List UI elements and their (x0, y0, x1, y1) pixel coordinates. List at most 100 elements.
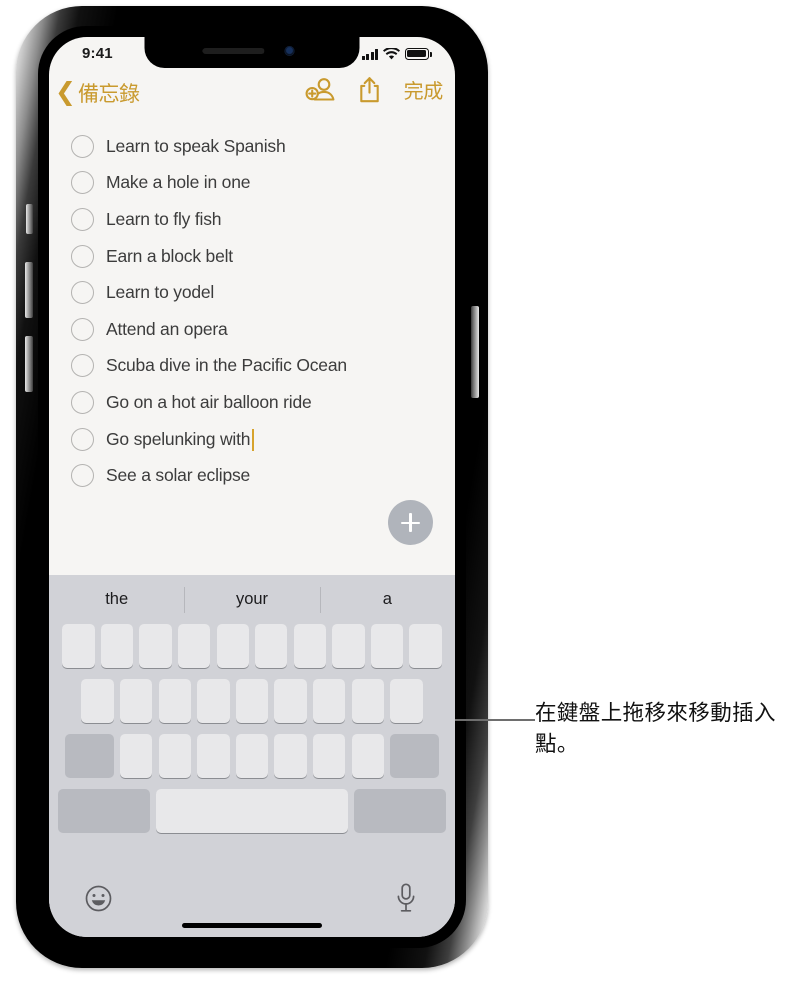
phone-device-frame: 9:41 ❮ 備忘錄 完成 Learn to speak Spanish Mak… (16, 6, 488, 968)
done-button[interactable]: 完成 (404, 75, 444, 104)
keyboard-key[interactable] (293, 624, 327, 668)
battery-full-icon (405, 48, 432, 60)
checklist-item-label: Learn to yodel (106, 282, 215, 303)
checklist: Learn to speak Spanish Make a hole in one… (49, 119, 455, 494)
checkbox-circle-icon[interactable] (71, 244, 94, 268)
checkbox-circle-icon[interactable] (71, 134, 94, 158)
checklist-item-label: Learn to speak Spanish (106, 135, 286, 156)
share-icon[interactable] (358, 76, 381, 104)
keyboard-key[interactable] (216, 624, 249, 668)
keyboard-key[interactable] (177, 624, 211, 668)
checklist-item[interactable]: Learn to yodel (49, 274, 455, 311)
keyboard-key[interactable] (100, 624, 134, 668)
toolbar-actions: 完成 (305, 75, 443, 104)
checkbox-circle-icon[interactable] (71, 281, 94, 305)
checkbox-circle-icon[interactable] (71, 317, 94, 341)
keyboard-key[interactable] (390, 679, 423, 723)
keyboard-key[interactable] (120, 734, 153, 778)
keyboard-key[interactable] (274, 679, 307, 723)
keyboard-key[interactable] (255, 624, 288, 668)
note-toolbar: ❮ 備忘錄 完成 (49, 71, 455, 119)
checklist-item-label: Earn a block belt (106, 245, 233, 266)
keyboard-key[interactable] (156, 789, 348, 833)
keyboard-key[interactable] (235, 679, 269, 723)
add-checklist-item-button[interactable] (388, 500, 433, 545)
checklist-item-label: Learn to fly fish (106, 208, 222, 229)
checkbox-circle-icon[interactable] (71, 171, 94, 195)
checklist-item[interactable]: Go on a hot air balloon ride (49, 384, 455, 421)
keyboard-row-4 (49, 789, 455, 833)
microphone-icon[interactable] (395, 883, 417, 913)
earpiece-speaker-icon (202, 48, 265, 54)
keyboard-key[interactable] (158, 734, 192, 778)
onscreen-keyboard: the your a (49, 575, 455, 937)
keyboard-key[interactable] (312, 679, 346, 723)
suggestion-2[interactable]: your (184, 590, 319, 609)
keyboard-key[interactable] (197, 734, 230, 778)
suggestion-1[interactable]: the (49, 590, 184, 609)
checklist-item-label: Scuba dive in the Pacific Ocean (106, 355, 347, 376)
keyboard-key[interactable] (81, 679, 114, 723)
phone-screen: 9:41 ❮ 備忘錄 完成 Learn to speak Spanish Mak… (49, 37, 455, 937)
checkbox-circle-icon[interactable] (71, 354, 94, 378)
keyboard-row-2 (49, 679, 455, 723)
side-power-button[interactable] (471, 306, 479, 398)
keyboard-row-3 (49, 734, 455, 778)
keyboard-key[interactable] (64, 734, 114, 778)
keyboard-key[interactable] (158, 679, 192, 723)
checklist-item[interactable]: See a solar eclipse (49, 457, 455, 494)
keyboard-key[interactable] (312, 734, 346, 778)
volume-down-button[interactable] (25, 336, 33, 392)
checklist-item-label: See a solar eclipse (106, 465, 251, 486)
wifi-icon (383, 48, 400, 60)
emoji-smiley-icon[interactable] (85, 885, 112, 912)
callout-annotation: 在鍵盤上拖移來移動插入點。 (437, 698, 783, 761)
front-camera-icon (284, 46, 295, 56)
home-indicator[interactable] (182, 923, 322, 928)
keyboard-key[interactable] (370, 624, 404, 668)
checkbox-circle-icon[interactable] (71, 464, 94, 488)
checklist-item[interactable]: Make a hole in one (49, 165, 455, 202)
keyboard-key[interactable] (332, 624, 365, 668)
checklist-item[interactable]: Go spelunking with (49, 421, 455, 458)
checklist-item[interactable]: Earn a block belt (49, 238, 455, 275)
predictive-suggestion-bar: the your a (49, 575, 455, 624)
display-notch (144, 37, 360, 68)
checkbox-circle-icon[interactable] (71, 427, 94, 451)
checklist-item[interactable]: Attend an opera (49, 311, 455, 348)
keyboard-bottom-bar (49, 875, 455, 937)
checklist-item[interactable]: Scuba dive in the Pacific Ocean (49, 348, 455, 385)
back-to-notes-button[interactable]: ❮ 備忘錄 (55, 77, 140, 108)
checklist-item[interactable]: Learn to speak Spanish (49, 128, 455, 165)
add-person-icon[interactable] (305, 76, 335, 104)
keyboard-key[interactable] (354, 789, 447, 833)
keyboard-key[interactable] (120, 679, 153, 723)
checkbox-circle-icon[interactable] (71, 207, 94, 231)
status-bar-indicators (361, 47, 432, 60)
checklist-item-label: Go on a hot air balloon ride (106, 391, 312, 412)
keyboard-key[interactable] (351, 679, 384, 723)
chevron-left-icon: ❮ (55, 77, 76, 106)
checklist-item-label: Go spelunking with (106, 428, 255, 451)
callout-text: 在鍵盤上拖移來移動插入點。 (535, 701, 776, 757)
checklist-item-label: Make a hole in one (106, 172, 251, 193)
keyboard-key[interactable] (57, 789, 150, 833)
keyboard-key[interactable] (197, 679, 230, 723)
back-button-label: 備忘錄 (77, 83, 140, 106)
keyboard-key[interactable] (235, 734, 269, 778)
keyboard-key[interactable] (390, 734, 440, 778)
keyboard-key[interactable] (139, 624, 172, 668)
keyboard-key[interactable] (274, 734, 307, 778)
keyboard-row-1 (49, 624, 455, 668)
status-bar-time: 9:41 (82, 45, 113, 62)
suggestion-3[interactable]: a (320, 590, 455, 609)
cellular-bars-icon (361, 49, 378, 60)
keyboard-key[interactable] (409, 624, 442, 668)
keyboard-key[interactable] (62, 624, 95, 668)
silent-switch-button[interactable] (26, 204, 33, 234)
checkbox-circle-icon[interactable] (71, 390, 94, 414)
keyboard-key[interactable] (351, 734, 384, 778)
checklist-item-label: Attend an opera (106, 318, 228, 339)
volume-up-button[interactable] (25, 262, 33, 318)
checklist-item[interactable]: Learn to fly fish (49, 201, 455, 238)
